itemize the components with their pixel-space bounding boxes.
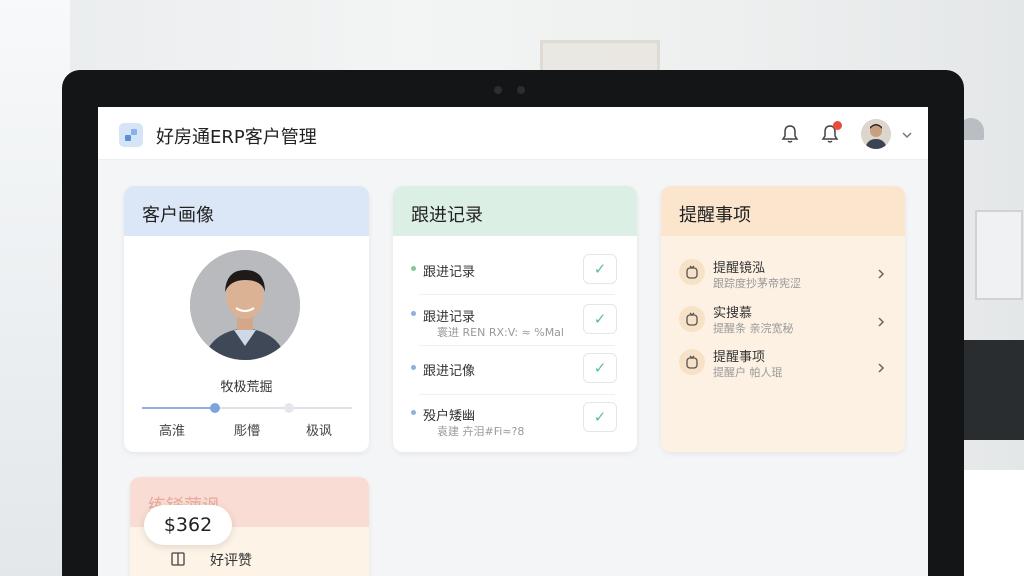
alarm-icon (679, 349, 705, 375)
divider (419, 294, 615, 295)
check-icon[interactable]: ✓ (583, 304, 617, 334)
background-monitor (962, 340, 1024, 440)
chevron-right-icon[interactable] (875, 359, 887, 373)
stage-progress (142, 407, 214, 409)
chevron-right-icon[interactable] (875, 265, 887, 279)
reminder-subtitle: 提醒条 亲浣宽秘 (713, 322, 794, 335)
bell-icon[interactable] (779, 123, 801, 145)
list-bullet (411, 266, 416, 271)
list-bullet (411, 410, 416, 415)
camera-dot (517, 86, 525, 94)
stage-label: 彫懵 (234, 424, 261, 439)
user-avatar[interactable] (861, 119, 891, 149)
book-icon (170, 551, 186, 567)
notification-bell-icon[interactable] (819, 121, 842, 145)
card-title: 提醒事项 (661, 186, 905, 236)
reminder-title: 实搜慕 (713, 306, 753, 321)
camera-dot (494, 86, 502, 94)
amount-pill[interactable]: $362 (144, 505, 232, 545)
app-header: 好房通ERP客户管理 (98, 107, 928, 160)
background-desk (962, 470, 1024, 576)
card-title: 跟进记录 (393, 186, 637, 236)
alarm-icon (679, 259, 705, 285)
background-window (0, 0, 70, 576)
list-bullet (411, 365, 416, 370)
reminder-title: 提醒事项 (713, 350, 766, 365)
alarm-icon (679, 306, 705, 332)
customer-name: 牧极荒掘 (220, 380, 273, 395)
notification-badge (833, 121, 842, 130)
stage-dot[interactable] (284, 403, 294, 413)
divider (419, 345, 615, 346)
reminder-subtitle: 提醒户 帕人琨 (713, 366, 783, 379)
followup-title: 跟进记像 (423, 364, 476, 379)
check-icon[interactable]: ✓ (583, 254, 617, 284)
divider (419, 394, 615, 395)
customer-profile-card: 客户画像 牧极荒掘 高淮 彫懵 极讽 (124, 186, 369, 452)
reminder-title: 提醒镜泓 (713, 261, 766, 276)
followup-title: 跟进记录 (423, 310, 476, 325)
reminders-card: 提醒事项 提醒镜泓 跟踪度抄茅帝宪涩 实搜慕 提醒条 亲浣宽秘 提醒事项 提醒户… (661, 186, 905, 452)
followup-title: 殁户矮幽 (423, 409, 476, 424)
background-poster (975, 210, 1023, 300)
reminder-subtitle: 跟踪度抄茅帝宪涩 (713, 277, 801, 290)
stage-label: 极讽 (306, 424, 333, 439)
customer-photo (190, 250, 300, 360)
followup-subtitle: 寰进 REN RX:V: ≈ %Mal (437, 326, 564, 339)
followup-records-card: 跟进记录 跟进记录 ✓ 跟进记录 寰进 REN RX:V: ≈ %Mal ✓ 跟… (393, 186, 637, 452)
chevron-right-icon[interactable] (875, 313, 887, 327)
stage-dot-active[interactable] (210, 403, 220, 413)
chevron-down-icon[interactable] (900, 127, 914, 141)
check-icon[interactable]: ✓ (583, 353, 617, 383)
background-frame (540, 40, 660, 74)
followup-title: 跟进记录 (423, 265, 476, 280)
check-icon[interactable]: ✓ (583, 402, 617, 432)
app-logo-icon[interactable] (119, 123, 143, 147)
stage-label: 高淮 (159, 424, 186, 439)
app-title: 好房通ERP客户管理 (156, 127, 317, 148)
app-screen: 好房通ERP客户管理 客户画像 牧极荒掘 高淮 彫懵 极讽 跟进记录 跟进记录 … (98, 107, 928, 576)
followup-subtitle: 袁建 卉泪#Fi≈?8 (437, 425, 525, 438)
list-bullet (411, 311, 416, 316)
rating-label: 好评赞 (210, 553, 252, 569)
card-title: 客户画像 (124, 186, 369, 236)
